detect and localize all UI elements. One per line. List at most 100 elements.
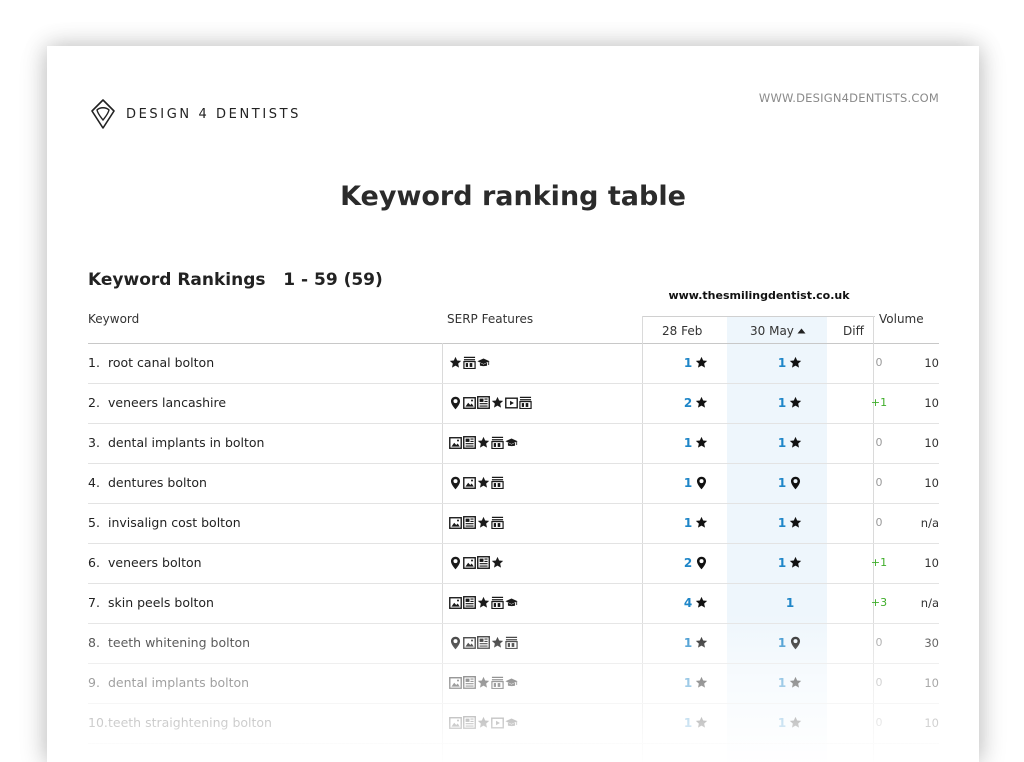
rank-may-cell: 1 bbox=[760, 663, 820, 702]
rank-feb: 1 bbox=[683, 435, 693, 450]
pin-icon bbox=[449, 396, 462, 410]
keyword-text: dentures bolton bbox=[108, 475, 207, 490]
rank-feb: 4 bbox=[683, 595, 693, 610]
brand-logo: DESIGN 4 DENTISTS bbox=[89, 98, 301, 130]
diff-value: +1 bbox=[870, 556, 888, 569]
row-number: 9. bbox=[88, 675, 100, 690]
serp-features-cell bbox=[449, 423, 518, 462]
star-icon bbox=[491, 556, 504, 570]
table-row[interactable]: 10. teeth straightening bolton 1 1 0 10 bbox=[88, 703, 939, 744]
volume-value: 10 bbox=[924, 475, 939, 490]
rank-may: 1 bbox=[777, 515, 787, 530]
rank-may: 1 bbox=[777, 715, 787, 730]
news-icon bbox=[477, 556, 490, 570]
table-row[interactable]: 4. dentures bolton 1 1 0 10 bbox=[88, 463, 939, 504]
news-icon bbox=[477, 636, 490, 650]
pin-icon bbox=[695, 556, 708, 570]
site-url[interactable]: WWW.DESIGN4DENTISTS.COM bbox=[759, 91, 939, 105]
star-icon bbox=[491, 396, 504, 410]
volume-cell: 10 bbox=[918, 663, 939, 702]
table-row[interactable]: 5. invisalign cost bolton 1 1 0 n/a bbox=[88, 503, 939, 544]
col-header-may-label: 30 May bbox=[750, 324, 794, 338]
news-icon bbox=[463, 676, 476, 690]
rank-feb: 1 bbox=[683, 355, 693, 370]
rank-feb-cell: 1 bbox=[666, 503, 726, 542]
col-header-keyword[interactable]: Keyword bbox=[88, 312, 139, 326]
rank-feb-cell: 1 bbox=[666, 463, 726, 502]
serp-features-cell bbox=[449, 543, 504, 582]
image-icon bbox=[449, 596, 462, 610]
serp-features-cell bbox=[449, 503, 504, 542]
image-icon bbox=[449, 436, 462, 450]
keyword-text: veneers lancashire bbox=[108, 395, 227, 410]
rank-feb-cell: 1 bbox=[666, 623, 726, 662]
rank-may-cell: 1 bbox=[760, 463, 820, 502]
page-title: Keyword ranking table bbox=[340, 181, 686, 212]
table-row[interactable]: 2. veneers lancashire 2 1 +1 10 bbox=[88, 383, 939, 424]
graduation-cap-icon bbox=[505, 596, 518, 610]
brand-name: DESIGN 4 DENTISTS bbox=[126, 106, 302, 122]
diff-value: +3 bbox=[870, 596, 888, 609]
keyword-text: skin peels bolton bbox=[108, 595, 214, 610]
news-icon bbox=[463, 436, 476, 450]
image-icon bbox=[449, 516, 462, 530]
col-header-may[interactable]: 30 May bbox=[750, 324, 806, 338]
rank-may: 1 bbox=[777, 355, 787, 370]
star-icon bbox=[695, 676, 708, 690]
star-icon bbox=[789, 676, 802, 690]
rank-feb-cell: 2 bbox=[666, 383, 726, 422]
pin-icon bbox=[449, 476, 462, 490]
rank-feb: 2 bbox=[683, 555, 693, 570]
table-row[interactable]: 9. dental implants bolton 1 1 0 10 bbox=[88, 663, 939, 704]
keyword-text: dental implants in bolton bbox=[108, 435, 265, 450]
table-row[interactable]: 1. root canal bolton 1 1 0 10 bbox=[88, 343, 939, 384]
image-icon bbox=[463, 556, 476, 570]
col-header-serp[interactable]: SERP Features bbox=[447, 312, 533, 326]
volume-cell: n/a bbox=[918, 583, 939, 622]
star-icon bbox=[789, 516, 802, 530]
rank-may-cell: 1 bbox=[760, 543, 820, 582]
col-header-diff[interactable]: Diff bbox=[843, 324, 864, 338]
ad-icon bbox=[491, 516, 504, 530]
keyword-cell: 1. root canal bolton bbox=[88, 343, 214, 382]
table-row[interactable]: 8. teeth whitening bolton 1 1 0 30 bbox=[88, 623, 939, 664]
diff-value: 0 bbox=[875, 636, 883, 649]
volume-cell: 10 bbox=[918, 703, 939, 742]
row-number: 3. bbox=[88, 435, 100, 450]
rank-may: 1 bbox=[777, 675, 787, 690]
table-row[interactable]: 3. dental implants in bolton 1 1 0 10 bbox=[88, 423, 939, 464]
rank-may: 1 bbox=[777, 395, 787, 410]
diff-cell: 0 bbox=[867, 663, 891, 702]
pin-icon bbox=[449, 556, 462, 570]
col-header-feb[interactable]: 28 Feb bbox=[662, 324, 702, 338]
diff-cell: 0 bbox=[867, 623, 891, 662]
serp-features-cell bbox=[449, 383, 532, 422]
pin-icon bbox=[789, 476, 802, 490]
volume-value: 30 bbox=[924, 635, 939, 650]
keyword-cell: 6. veneers bolton bbox=[88, 543, 202, 582]
pin-icon bbox=[789, 636, 802, 650]
diff-cell: 0 bbox=[867, 423, 891, 462]
star-icon bbox=[695, 716, 708, 730]
rank-may: 1 bbox=[777, 635, 787, 650]
table-row[interactable]: 7. skin peels bolton 4 1 +3 n/a bbox=[88, 583, 939, 624]
news-icon bbox=[463, 516, 476, 530]
row-number: 4. bbox=[88, 475, 100, 490]
keyword-text: veneers bolton bbox=[108, 555, 202, 570]
col-header-volume[interactable]: Volume bbox=[879, 312, 924, 326]
keyword-cell: 7. skin peels bolton bbox=[88, 583, 214, 622]
graduation-cap-icon bbox=[505, 716, 518, 730]
news-icon bbox=[477, 396, 490, 410]
rank-feb-cell: 1 bbox=[666, 703, 726, 742]
image-icon bbox=[449, 716, 462, 730]
diff-cell: 0 bbox=[867, 463, 891, 502]
star-icon bbox=[789, 436, 802, 450]
report-page: DESIGN 4 DENTISTS WWW.DESIGN4DENTISTS.CO… bbox=[47, 46, 979, 762]
volume-cell: 10 bbox=[918, 423, 939, 462]
volume-value: 10 bbox=[924, 355, 939, 370]
star-icon bbox=[477, 676, 490, 690]
star-icon bbox=[449, 356, 462, 370]
keyword-cell: 4. dentures bolton bbox=[88, 463, 207, 502]
ad-icon bbox=[519, 396, 532, 410]
table-row[interactable]: 6. veneers bolton 2 1 +1 10 bbox=[88, 543, 939, 584]
